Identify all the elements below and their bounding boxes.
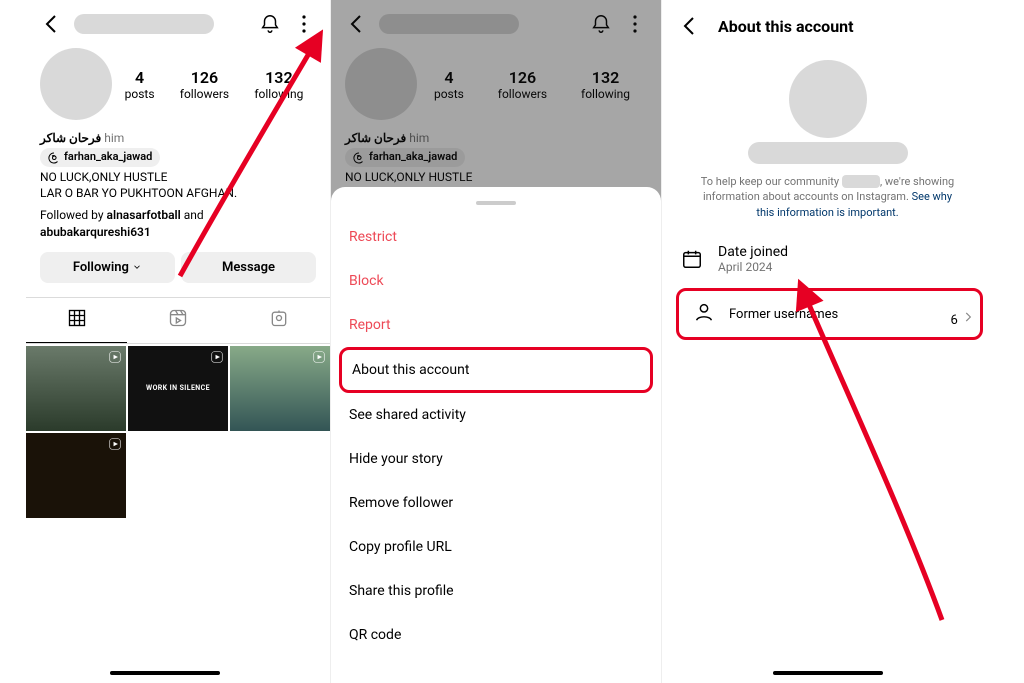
drag-handle[interactable]	[476, 201, 516, 205]
panel-profile: 4 posts 126 followers 132 following فرحا…	[0, 0, 331, 683]
stat-following[interactable]: 132 following	[254, 68, 303, 101]
bio: فرحان شاکر him farhan_aka_jawad NO LUCK,…	[26, 128, 330, 242]
threads-handle-text: farhan_aka_jawad	[64, 150, 152, 165]
more-options-icon[interactable]	[623, 12, 647, 36]
post-thumb[interactable]	[230, 346, 330, 431]
calendar-icon	[680, 248, 704, 270]
avatar	[789, 60, 867, 138]
stat-posts-label: posts	[125, 87, 155, 101]
stat-followers-label: followers	[180, 87, 229, 101]
post-thumb[interactable]	[26, 346, 126, 431]
option-block[interactable]: Block	[331, 259, 661, 303]
pronoun: him	[104, 131, 124, 145]
more-options-icon[interactable]	[292, 12, 316, 36]
option-copy-profile-url[interactable]: Copy profile URL	[331, 525, 661, 569]
message-button[interactable]: Message	[181, 252, 316, 283]
followed-by[interactable]: Followed by alnasarfotball and abubakarq…	[40, 207, 316, 239]
row-date-joined: Date joined April 2024	[662, 232, 993, 286]
reel-icon	[210, 350, 224, 367]
option-remove-follower[interactable]: Remove follower	[331, 481, 661, 525]
option-restrict[interactable]: Restrict	[331, 215, 661, 259]
notifications-icon[interactable]	[589, 12, 613, 36]
help-text: To help keep our community xxxxxxx, we'r…	[662, 168, 993, 226]
back-icon[interactable]	[678, 14, 702, 38]
username-redacted	[379, 14, 519, 34]
stat-posts-num: 4	[125, 68, 155, 87]
panel-about: About this account To help keep our comm…	[662, 0, 993, 683]
threads-handle[interactable]: farhan_aka_jawad	[40, 148, 160, 167]
page-title: About this account	[718, 17, 854, 36]
post-thumb[interactable]	[26, 433, 126, 518]
tab-reels[interactable]	[127, 298, 228, 343]
option-see-shared-activity[interactable]: See shared activity	[331, 393, 661, 437]
date-joined-label: Date joined	[718, 244, 975, 260]
option-report[interactable]: Report	[331, 303, 661, 347]
option-hide-your-story[interactable]: Hide your story	[331, 437, 661, 481]
tab-tagged[interactable]	[229, 298, 330, 343]
stat-posts[interactable]: 4 posts	[125, 68, 155, 101]
username-redacted	[74, 14, 214, 34]
person-icon	[693, 301, 715, 327]
stat-following-label: following	[254, 87, 303, 101]
display-name: فرحان شاکر	[40, 131, 101, 145]
bio-line2: LAR O BAR YO PUKHTOON AFGHAN.	[40, 186, 237, 200]
home-indicator	[110, 671, 220, 675]
home-indicator	[773, 671, 883, 675]
stat-followers[interactable]: 126 followers	[180, 68, 229, 101]
options-sheet: Restrict Block Report About this account…	[331, 187, 661, 683]
chevron-right-icon	[961, 310, 975, 324]
option-qr-code[interactable]: QR code	[331, 613, 661, 657]
avatar	[345, 48, 417, 120]
former-usernames-label: Former usernames	[729, 307, 838, 322]
reel-icon	[312, 350, 326, 367]
username-redacted	[748, 142, 908, 164]
option-share-this-profile[interactable]: Share this profile	[331, 569, 661, 613]
avatar[interactable]	[40, 48, 112, 120]
notifications-icon[interactable]	[258, 12, 282, 36]
tab-posts[interactable]	[26, 298, 127, 343]
former-usernames-count: 6	[950, 310, 975, 328]
reel-icon	[108, 437, 122, 454]
option-about-this-account[interactable]: About this account	[339, 347, 653, 393]
following-button[interactable]: Following	[40, 252, 175, 283]
reel-icon	[108, 350, 122, 367]
back-icon[interactable]	[40, 12, 64, 36]
bio-line1: NO LUCK,ONLY HUSTLE	[40, 170, 167, 184]
date-joined-value: April 2024	[718, 260, 975, 274]
back-icon[interactable]	[345, 12, 369, 36]
stat-followers-num: 126	[180, 68, 229, 87]
posts-grid: WORK IN SILENCE	[26, 344, 330, 518]
post-thumb[interactable]: WORK IN SILENCE	[128, 346, 228, 431]
stat-following-num: 132	[254, 68, 303, 87]
panel-options: 4posts 126followers 132following فرحان ش…	[331, 0, 662, 683]
